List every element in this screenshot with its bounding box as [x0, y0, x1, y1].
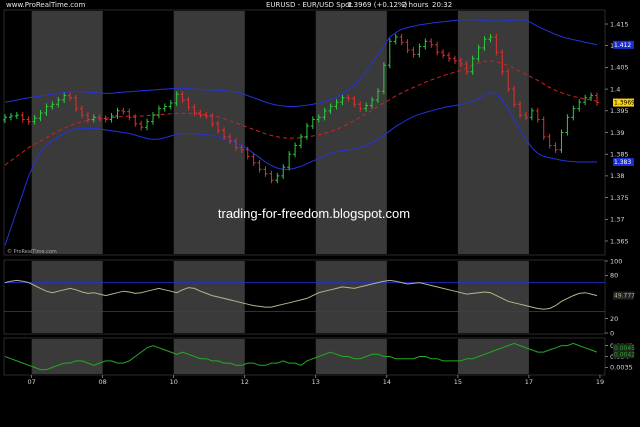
candle — [399, 33, 404, 46]
candle — [20, 112, 25, 123]
candle — [310, 116, 315, 130]
candle — [595, 92, 599, 106]
oscillator-axis-tick-label: 100 — [610, 257, 622, 265]
session-stripe-osc-2 — [315, 261, 387, 333]
candle — [145, 118, 150, 131]
candle — [3, 114, 7, 123]
candle — [405, 39, 410, 54]
candle — [565, 114, 570, 136]
candle — [127, 108, 132, 121]
candle — [529, 107, 534, 121]
last-price-tag: 1.3969 — [614, 100, 635, 107]
x-axis-label: 07 — [27, 378, 35, 386]
oscillator-axis-tick-label: 20 — [610, 315, 618, 323]
candle — [121, 107, 126, 115]
candle — [553, 142, 558, 153]
candle — [293, 142, 298, 158]
price-axis-tick-label: 1.38 — [610, 172, 624, 180]
x-axis-label: 17 — [525, 378, 533, 386]
oscillator-axis-tick-label: 80 — [610, 272, 618, 280]
candle — [8, 112, 13, 121]
candle — [435, 41, 440, 56]
upper-band-tag: 1.412 — [614, 42, 631, 49]
watermark: trading-for-freedom.blogspot.com — [218, 206, 410, 221]
price-chart-svg: 1.4151.411.4051.41.3951.391.3851.381.375… — [3, 9, 635, 386]
candle — [139, 120, 144, 131]
x-axis-label: 08 — [99, 378, 107, 386]
price-axis-tick-label: 1.37 — [610, 216, 624, 224]
session-stripe-mom-1 — [173, 339, 245, 374]
candle — [429, 38, 434, 48]
candle — [571, 105, 576, 121]
session-stripe-mom-3 — [457, 339, 529, 374]
price-axis-tick-label: 1.385 — [610, 150, 629, 158]
candle — [156, 105, 161, 119]
candle — [441, 49, 446, 59]
candle — [287, 151, 292, 171]
candle — [417, 43, 422, 58]
candle — [559, 129, 564, 153]
candle — [14, 112, 19, 120]
candle — [547, 133, 552, 149]
candle — [393, 33, 398, 45]
candle — [387, 38, 392, 69]
price-axis-tick-label: 1.375 — [610, 194, 629, 202]
candle — [162, 103, 167, 112]
x-axis-label: 13 — [312, 378, 320, 386]
x-axis-label: 10 — [170, 378, 178, 386]
candle — [168, 99, 173, 110]
x-axis-label: 19 — [596, 378, 604, 386]
price-axis-tick-label: 1.415 — [610, 20, 629, 28]
session-stripe-mom-2 — [315, 339, 387, 374]
candle — [103, 115, 108, 123]
candle — [115, 107, 120, 120]
price-axis-tick-label: 1.4 — [610, 85, 620, 93]
session-stripe-osc-0 — [31, 261, 103, 333]
candle — [151, 112, 155, 125]
candle — [251, 153, 256, 166]
x-axis-label: 14 — [383, 378, 391, 386]
candle — [423, 38, 428, 50]
candle — [269, 170, 274, 184]
price-axis-tick-label: 1.39 — [610, 129, 624, 137]
x-axis-label: 15 — [454, 378, 462, 386]
x-axis-label: 12 — [241, 378, 249, 386]
candle — [257, 159, 262, 173]
price-axis-tick-label: 1.405 — [610, 64, 629, 72]
session-stripe-osc-3 — [457, 261, 529, 333]
session-stripe-osc-1 — [173, 261, 245, 333]
candle — [577, 99, 582, 112]
candle — [411, 47, 416, 58]
candle — [281, 164, 286, 179]
candle — [452, 55, 457, 64]
candle — [535, 107, 540, 123]
candle — [541, 116, 546, 140]
session-stripe-mom-0 — [31, 339, 103, 374]
chart-window: www.ProRealTime.com EURUSD - EUR/USD Spo… — [0, 0, 640, 427]
candle — [263, 166, 268, 177]
momentum-value-tag-2: 0.0042 — [614, 351, 635, 358]
candle — [275, 172, 280, 184]
candle — [583, 94, 588, 106]
oscillator-value-tag: 49.777 — [614, 293, 635, 300]
panel-credit: © ProRealTime.com — [7, 248, 57, 255]
oscillator-axis-tick-label: 0 — [610, 329, 614, 337]
candle — [26, 116, 31, 125]
session-stripe-price-3 — [457, 11, 529, 254]
lower-band-tag: 1.383 — [614, 159, 631, 166]
candle — [304, 122, 309, 140]
candle — [299, 133, 303, 149]
price-axis-tick-label: 1.395 — [610, 107, 629, 115]
candle — [447, 52, 451, 62]
price-axis-tick-label: 1.365 — [610, 237, 629, 245]
momentum-axis-tick-label: 0.0035 — [610, 364, 633, 372]
